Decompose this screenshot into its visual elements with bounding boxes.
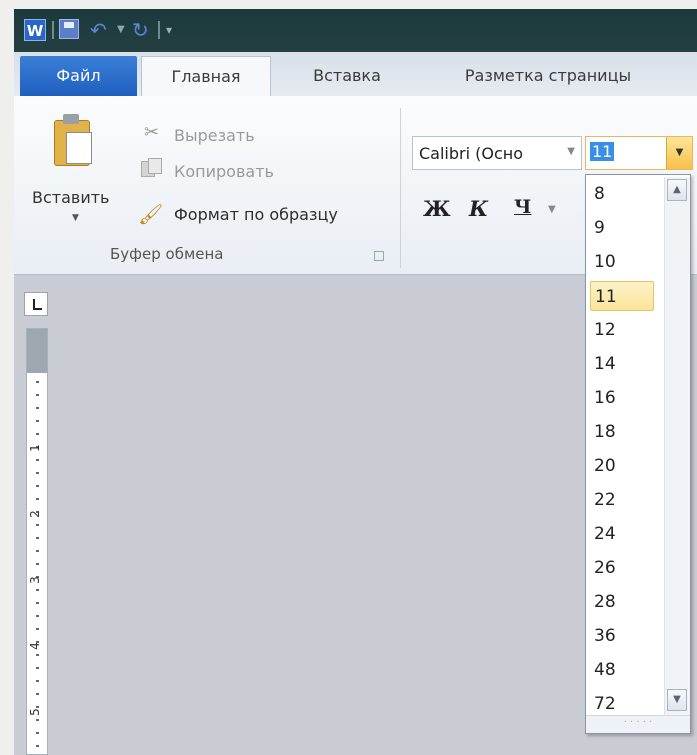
font-size-option[interactable]: 12 bbox=[590, 315, 654, 345]
list-scrollbar[interactable]: ▲ ▼ bbox=[664, 177, 690, 715]
paste-dropdown-arrow-icon[interactable]: ▼ bbox=[72, 213, 79, 223]
scroll-down-icon[interactable]: ▼ bbox=[667, 689, 687, 711]
ruler-tick bbox=[36, 433, 39, 435]
font-size-option[interactable]: 20 bbox=[590, 451, 654, 481]
ruler-tick bbox=[36, 654, 39, 656]
font-size-value[interactable]: 11 bbox=[590, 142, 615, 161]
ruler-tick bbox=[36, 498, 39, 500]
tab-insert[interactable]: Вставка bbox=[297, 56, 397, 96]
font-size-option[interactable]: 22 bbox=[590, 485, 654, 515]
ruler-tick bbox=[36, 602, 39, 604]
font-size-list: 8 9 10 11 12 14 16 18 20 22 24 26 28 36 48 72 ▲ ▼ · · ·… bbox=[585, 174, 691, 734]
underline-dropdown-icon[interactable]: ▼ bbox=[548, 204, 556, 215]
word-logo-icon[interactable]: W bbox=[24, 19, 46, 41]
format-painter-button[interactable]: Формат по образцу bbox=[174, 205, 338, 224]
copy-icon bbox=[141, 158, 162, 177]
tab-home[interactable]: Главная bbox=[141, 56, 271, 96]
ruler-tick bbox=[36, 472, 39, 474]
font-size-option[interactable]: 14 bbox=[590, 349, 654, 379]
ruler-number: 3 bbox=[27, 576, 42, 584]
vertical-ruler[interactable]: 1 2 3 4 5 bbox=[26, 328, 48, 755]
font-size-option[interactable]: 11 bbox=[590, 281, 654, 311]
ruler-tick bbox=[36, 680, 39, 682]
ruler-tick bbox=[36, 563, 39, 565]
tab-selector-icon[interactable] bbox=[24, 292, 48, 316]
ruler-tick bbox=[36, 524, 39, 526]
scissors-icon: ✂ bbox=[144, 122, 160, 143]
font-size-option[interactable]: 36 bbox=[590, 621, 654, 651]
ruler-number: 1 bbox=[27, 444, 42, 452]
group-divider bbox=[400, 108, 401, 268]
ruler-tick bbox=[36, 407, 39, 409]
ruler-tick bbox=[36, 667, 39, 669]
font-size-combobox[interactable]: 11 ▼ bbox=[585, 136, 693, 170]
ruler-tick bbox=[36, 589, 39, 591]
font-size-option[interactable]: 18 bbox=[590, 417, 654, 447]
ruler-tick bbox=[36, 420, 39, 422]
copy-button[interactable]: Копировать bbox=[174, 162, 274, 181]
font-size-option[interactable]: 10 bbox=[590, 247, 654, 277]
cut-button[interactable]: Вырезать bbox=[174, 126, 255, 145]
ruler-tick bbox=[36, 745, 39, 747]
ruler-number: 4 bbox=[27, 642, 42, 650]
ribbon-tab-row: Файл Главная Вставка Разметка страницы bbox=[14, 52, 697, 96]
toolbar-separator bbox=[158, 21, 160, 39]
dialog-launcher-icon[interactable] bbox=[374, 251, 384, 261]
tab-page-layout[interactable]: Разметка страницы bbox=[438, 56, 658, 96]
underline-button[interactable]: Ч bbox=[514, 196, 531, 218]
font-name-value: Calibri (Осно bbox=[419, 144, 524, 163]
format-painter-icon: 🖌 bbox=[138, 202, 164, 226]
toolbar-separator bbox=[52, 21, 54, 39]
ruler-tick bbox=[36, 459, 39, 461]
font-name-combobox[interactable]: Calibri (Осно ▼ bbox=[412, 136, 582, 170]
font-size-option[interactable]: 8 bbox=[590, 179, 654, 209]
undo-dropdown-arrow-icon[interactable]: ▼ bbox=[117, 19, 125, 41]
paste-label[interactable]: Вставить bbox=[32, 188, 109, 207]
font-name-dropdown-icon[interactable]: ▼ bbox=[567, 146, 575, 157]
ruler-tick bbox=[36, 732, 39, 734]
title-bar: W ↶ ▼ ↻ ▾ bbox=[14, 9, 697, 52]
font-size-option[interactable]: 9 bbox=[590, 213, 654, 243]
font-size-option[interactable]: 16 bbox=[590, 383, 654, 413]
paper-icon bbox=[66, 132, 92, 164]
undo-icon[interactable]: ↶ bbox=[90, 19, 107, 41]
font-size-option[interactable]: 48 bbox=[590, 655, 654, 685]
ruler-number: 5 bbox=[27, 708, 42, 716]
customize-toolbar-icon[interactable]: ▾ bbox=[166, 19, 172, 41]
ruler-tick bbox=[36, 615, 39, 617]
ruler-tick bbox=[36, 381, 39, 383]
clipboard-clip-icon bbox=[63, 114, 79, 124]
scroll-up-icon[interactable]: ▲ bbox=[667, 179, 687, 201]
save-icon[interactable] bbox=[59, 19, 79, 39]
ruler-tick bbox=[36, 628, 39, 630]
ruler-tick bbox=[36, 719, 39, 721]
italic-button[interactable]: К bbox=[469, 196, 488, 221]
redo-icon[interactable]: ↻ bbox=[132, 19, 149, 41]
ruler-tick bbox=[36, 537, 39, 539]
ruler-tick bbox=[36, 485, 39, 487]
font-size-option[interactable]: 26 bbox=[590, 553, 654, 583]
ruler-tick bbox=[36, 693, 39, 695]
ruler-margin bbox=[27, 329, 47, 373]
font-size-option[interactable]: 24 bbox=[590, 519, 654, 549]
bold-button[interactable]: Ж bbox=[423, 196, 451, 221]
ruler-tick bbox=[36, 394, 39, 396]
ruler-tick bbox=[36, 550, 39, 552]
ruler-number: 2 bbox=[27, 510, 42, 518]
word-window: W ↶ ▼ ↻ ▾ Файл Главная Вставка Разметка … bbox=[14, 9, 697, 755]
resize-grip-icon[interactable]: · · · · · bbox=[586, 715, 690, 733]
font-size-option[interactable]: 28 bbox=[590, 587, 654, 617]
tab-file[interactable]: Файл bbox=[20, 56, 137, 96]
paste-button[interactable] bbox=[54, 114, 92, 166]
font-size-dropdown-icon[interactable]: ▼ bbox=[666, 137, 692, 169]
clipboard-group-label: Буфер обмена bbox=[110, 245, 224, 263]
